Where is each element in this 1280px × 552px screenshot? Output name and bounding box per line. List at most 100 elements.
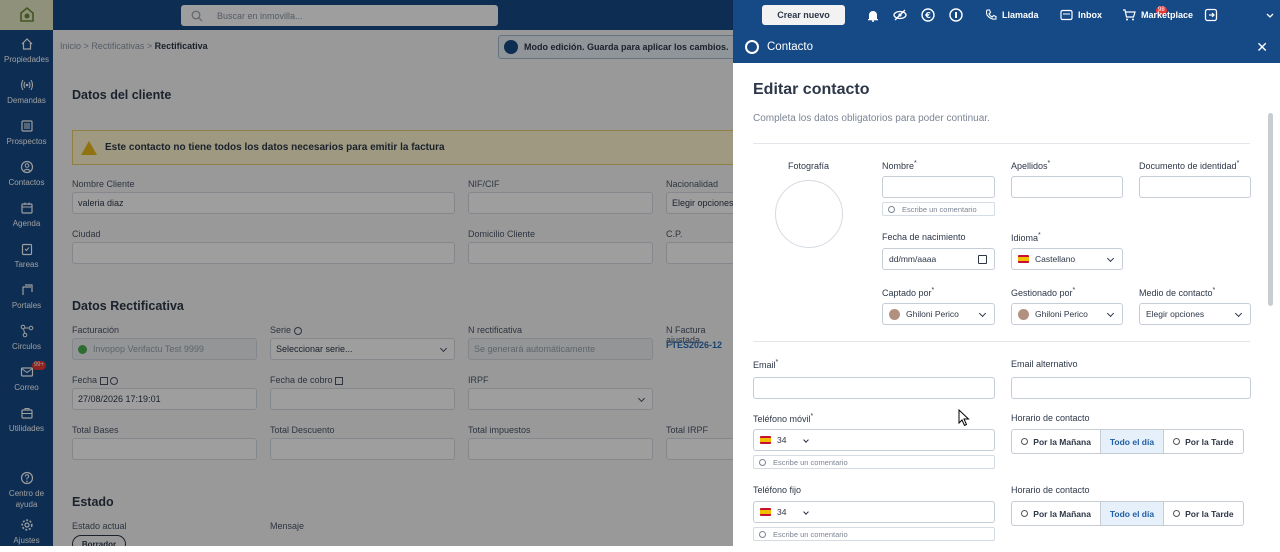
- nif-field[interactable]: [468, 192, 653, 214]
- portal-icon: [21, 283, 33, 295]
- surname-input[interactable]: [1011, 176, 1123, 198]
- info-icon: [293, 326, 302, 335]
- captured-by-select[interactable]: Ghiloni Perico: [882, 303, 995, 325]
- nationality-select[interactable]: Elegir opciones: [666, 192, 733, 214]
- warning-icon: [81, 140, 97, 155]
- mobile-input[interactable]: 34: [753, 429, 995, 451]
- contact-medium-select[interactable]: Elegir opciones: [1139, 303, 1251, 325]
- landline-input[interactable]: 34: [753, 501, 995, 523]
- name-input[interactable]: [882, 176, 995, 198]
- sidebar-item-demandas[interactable]: Demandas: [0, 71, 53, 112]
- comment-placeholder: Escribe un comentario: [902, 204, 977, 214]
- all-day-option[interactable]: Todo el día: [1101, 502, 1164, 525]
- sidebar-item-centro-de-ayuda[interactable]: Centro de ayuda: [0, 470, 53, 511]
- city-field[interactable]: [72, 242, 455, 264]
- email-input[interactable]: [753, 377, 995, 399]
- afternoon-option[interactable]: Por la Tarde: [1164, 430, 1243, 453]
- chevron-down-icon[interactable]: [1262, 8, 1278, 24]
- inbox-link[interactable]: Inbox: [1060, 9, 1102, 21]
- date-field[interactable]: 27/08/2026 17:19:01: [72, 388, 257, 410]
- name-comment-input[interactable]: Escribe un comentario: [882, 202, 995, 216]
- sidebar-item-label: Centro de ayuda: [8, 489, 45, 509]
- call-label: Llamada: [1002, 10, 1039, 20]
- sidebar-item-tareas[interactable]: Tareas: [0, 235, 53, 276]
- id-document-input[interactable]: [1139, 176, 1251, 198]
- message-label: Mensaje: [270, 521, 305, 531]
- comment-icon: [759, 530, 766, 538]
- afternoon-label: Por la Tarde: [1185, 508, 1234, 519]
- exit-icon[interactable]: [1203, 7, 1219, 23]
- eye-off-icon[interactable]: [892, 7, 908, 23]
- surname-label: Apellidos*: [1011, 160, 1051, 171]
- contact-icon: [745, 39, 759, 54]
- irpf-select[interactable]: [468, 388, 653, 410]
- search-icon: [191, 10, 203, 21]
- landline-comment-input[interactable]: Escribe un comentario: [753, 527, 995, 541]
- breadcrumb-home[interactable]: Inicio: [60, 41, 81, 51]
- afternoon-label: Por la Tarde: [1185, 436, 1234, 447]
- sidebar-item-utilidades[interactable]: Utilidades: [0, 399, 53, 440]
- marketplace-link[interactable]: Marketplace: [1122, 9, 1193, 21]
- search-input[interactable]: Buscar en inmovilla...: [181, 5, 498, 26]
- mobile-comment-input[interactable]: Escribe un comentario: [753, 455, 995, 469]
- scrollbar[interactable]: [1268, 113, 1273, 306]
- invoice-form: Inicio > Rectificativas > Rectificativa …: [53, 30, 733, 546]
- edit-mode-text: Modo edición. Guarda para aplicar los ca…: [524, 42, 729, 52]
- payment-date-field[interactable]: [270, 388, 455, 410]
- alt-email-input[interactable]: [1011, 377, 1251, 399]
- sidebar-item-label: Contactos: [8, 177, 45, 187]
- signal-icon: [20, 79, 33, 90]
- captured-by-value: Ghiloni Perico: [906, 309, 959, 319]
- surname-label-text: Apellidos: [1011, 161, 1048, 171]
- chevron-down-icon[interactable]: [803, 509, 810, 515]
- sidebar-item-contactos[interactable]: Contactos: [0, 153, 53, 194]
- calendar-icon: [99, 376, 108, 385]
- client-name-field[interactable]: valeria diaz: [72, 192, 455, 214]
- spain-flag-icon: [1018, 255, 1029, 263]
- breadcrumb-section[interactable]: Rectificativas: [91, 41, 144, 51]
- sidebar-item-label: Prospectos: [6, 136, 47, 146]
- morning-option[interactable]: Por la Mañana: [1012, 430, 1102, 453]
- nif-label: NIF/CIF: [468, 179, 500, 189]
- sidebar-item-correo[interactable]: Correo 99+: [0, 358, 53, 399]
- sidebar-item-agenda[interactable]: Agenda: [0, 194, 53, 235]
- sidebar-item-circulos[interactable]: Circulos: [0, 317, 53, 358]
- photo-upload[interactable]: [775, 180, 843, 248]
- sidebar-item-portales[interactable]: Portales: [0, 276, 53, 317]
- contact-hours-toggle: Por la Mañana Todo el día Por la Tarde: [1011, 429, 1244, 454]
- country-prefix[interactable]: 34: [777, 507, 786, 517]
- afternoon-option[interactable]: Por la Tarde: [1164, 502, 1243, 525]
- sidebar-item-label: Demandas: [7, 95, 46, 105]
- create-new-button[interactable]: Crear nuevo: [762, 5, 845, 25]
- billing-field: Invopop Verifactu Test 9999: [72, 338, 257, 360]
- app-logo[interactable]: [0, 0, 53, 30]
- series-select[interactable]: Seleccionar serie...: [270, 338, 455, 360]
- panel-subtitle: Completa los datos obligatorios para pod…: [753, 113, 990, 124]
- country-prefix[interactable]: 34: [777, 435, 786, 445]
- sun-icon: [1021, 438, 1029, 445]
- bell-icon[interactable]: [865, 7, 881, 23]
- morning-option[interactable]: Por la Mañana: [1012, 502, 1102, 525]
- zip-field[interactable]: [666, 242, 733, 264]
- chevron-down-icon[interactable]: [803, 437, 810, 443]
- all-day-option[interactable]: Todo el día: [1101, 430, 1164, 453]
- call-link[interactable]: Llamada: [985, 9, 1039, 21]
- sidebar-item-propiedades[interactable]: Propiedades: [0, 30, 53, 71]
- help-icon: [20, 471, 33, 485]
- svg-text:€: €: [924, 11, 931, 20]
- address-field[interactable]: [468, 242, 653, 264]
- language-select[interactable]: Castellano: [1011, 248, 1123, 270]
- calendar-icon[interactable]: [978, 255, 987, 264]
- moon-icon: [1173, 438, 1181, 445]
- light-icon[interactable]: [948, 7, 964, 23]
- birthdate-input[interactable]: dd/mm/aaaa: [882, 248, 995, 270]
- close-icon[interactable]: ✕: [1256, 39, 1268, 56]
- home-icon: [21, 37, 32, 50]
- email-label: Email*: [753, 359, 779, 370]
- cart-icon: [1123, 9, 1136, 21]
- managed-by-select[interactable]: Ghiloni Perico: [1011, 303, 1123, 325]
- adjusted-invoice-link[interactable]: FTES2026-12: [666, 340, 722, 350]
- sidebar-item-label: Propiedades: [4, 54, 49, 64]
- sidebar-item-prospectos[interactable]: Prospectos: [0, 112, 53, 153]
- euro-icon[interactable]: €: [920, 7, 936, 23]
